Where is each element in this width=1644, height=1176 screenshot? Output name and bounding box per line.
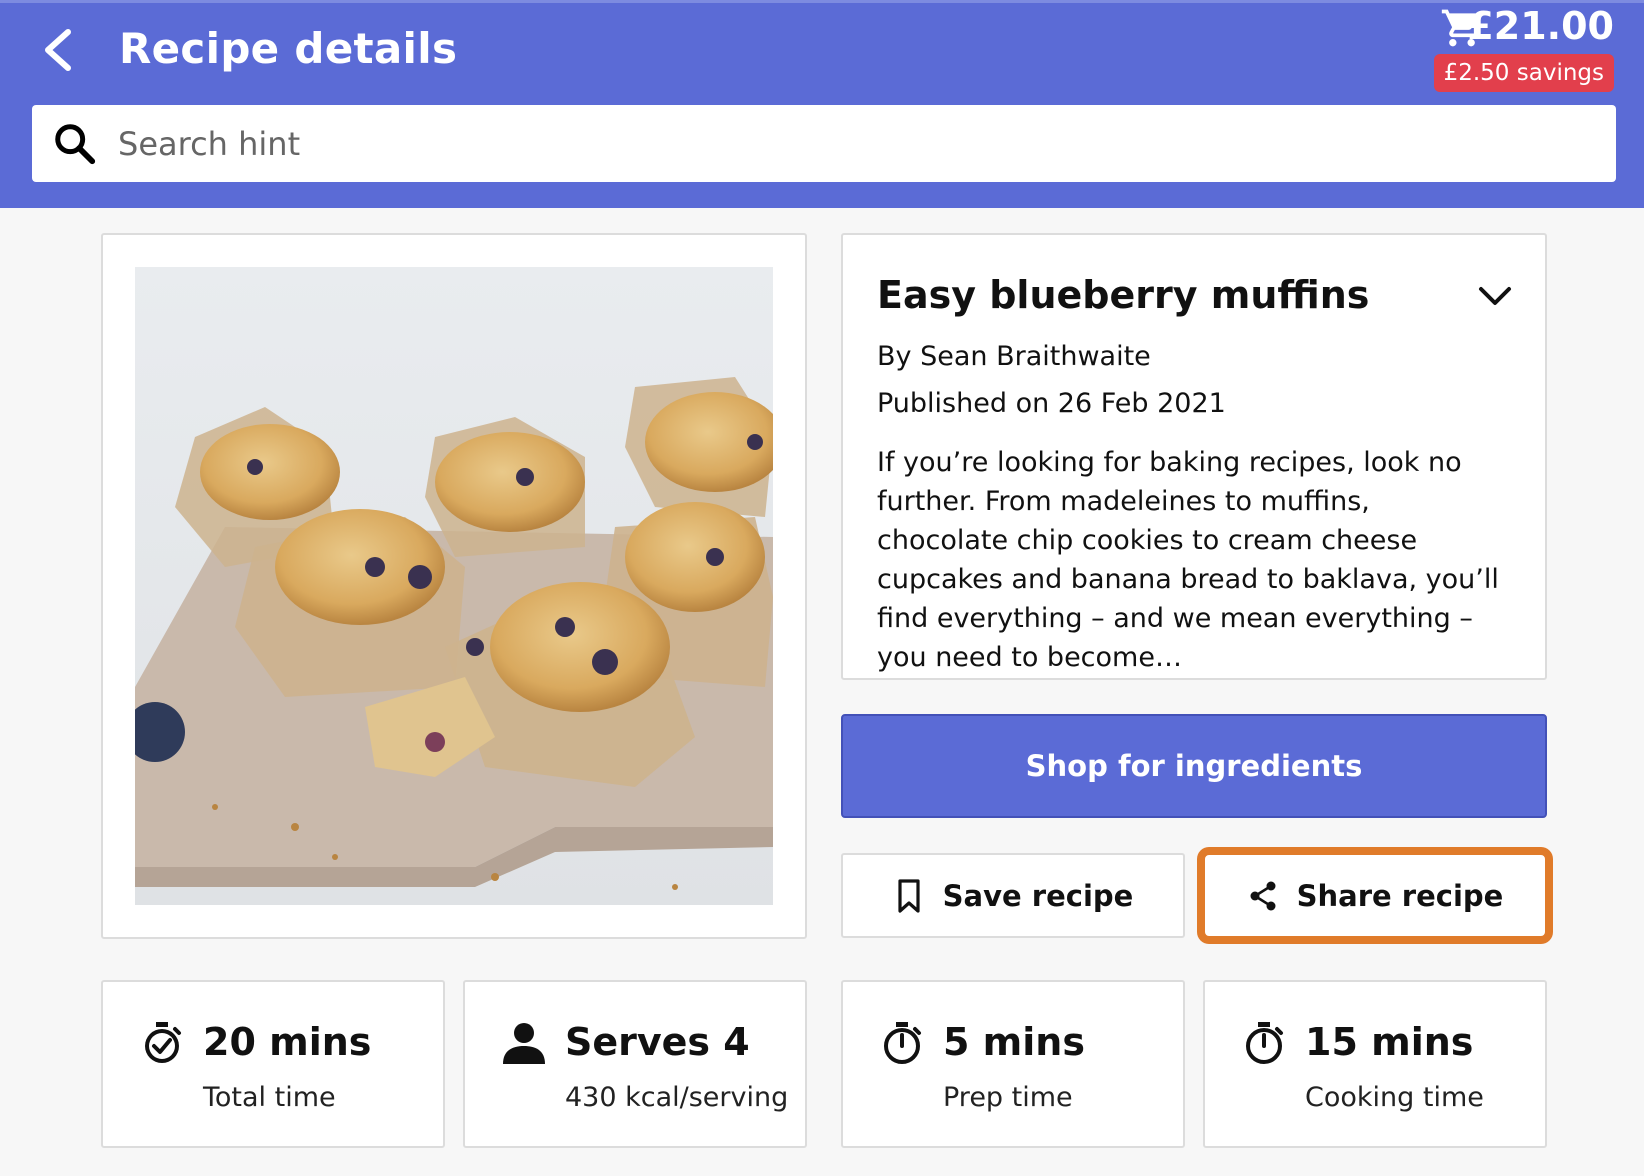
stat-value: 5 mins	[943, 1020, 1085, 1064]
page-title: Recipe details	[119, 24, 458, 73]
recipe-info-card: Easy blueberry muffins By Sean Braithwai…	[841, 233, 1547, 680]
stat-prep-time: 5 mins Prep time	[841, 980, 1185, 1148]
stopwatch-check-icon	[145, 1022, 181, 1063]
stat-total-time: 20 mins Total time	[101, 980, 445, 1148]
chevron-left-icon	[45, 29, 71, 71]
bookmark-icon	[898, 878, 920, 913]
chevron-down-icon[interactable]	[1475, 279, 1515, 315]
recipe-description: If you’re looking for baking recipes, lo…	[877, 447, 1499, 673]
app-header: Recipe details £21.00 £2.50 savings	[0, 0, 1644, 208]
stat-value: 20 mins	[203, 1020, 372, 1064]
stat-label: Cooking time	[1305, 1082, 1484, 1113]
stat-label: Prep time	[943, 1082, 1073, 1113]
save-recipe-button[interactable]: Save recipe	[841, 853, 1185, 938]
recipe-image-card	[101, 233, 807, 939]
recipe-photo	[135, 267, 773, 905]
stat-value: Serves 4	[565, 1020, 750, 1064]
timer-icon	[884, 1022, 921, 1064]
savings-badge: £2.50 savings	[1433, 54, 1614, 92]
recipe-published-date: Published on 26 Feb 2021	[877, 388, 1226, 419]
share-icon	[1250, 881, 1276, 910]
person-icon	[503, 1023, 545, 1064]
recipe-title: Easy blueberry muffins	[877, 273, 1370, 317]
stat-servings: Serves 4 430 kcal/serving	[463, 980, 807, 1148]
search-icon	[55, 124, 96, 165]
save-recipe-label: Save recipe	[942, 878, 1134, 913]
share-recipe-label: Share recipe	[1296, 878, 1504, 913]
back-button[interactable]	[38, 26, 82, 74]
search-bar[interactable]	[32, 105, 1616, 182]
stat-label: Total time	[203, 1082, 336, 1113]
stat-cooking-time: 15 mins Cooking time	[1203, 980, 1547, 1148]
header-top-line	[0, 0, 1644, 3]
cart-total[interactable]: £21.00	[1467, 4, 1614, 48]
share-recipe-button[interactable]: Share recipe	[1203, 853, 1547, 938]
shop-for-ingredients-button[interactable]: Shop for ingredients	[841, 714, 1547, 818]
stat-value: 15 mins	[1305, 1020, 1474, 1064]
stat-label: 430 kcal/serving	[565, 1082, 789, 1113]
recipe-author: By Sean Braithwaite	[877, 341, 1151, 372]
timer-icon	[1246, 1022, 1283, 1064]
search-input[interactable]	[116, 115, 1600, 173]
